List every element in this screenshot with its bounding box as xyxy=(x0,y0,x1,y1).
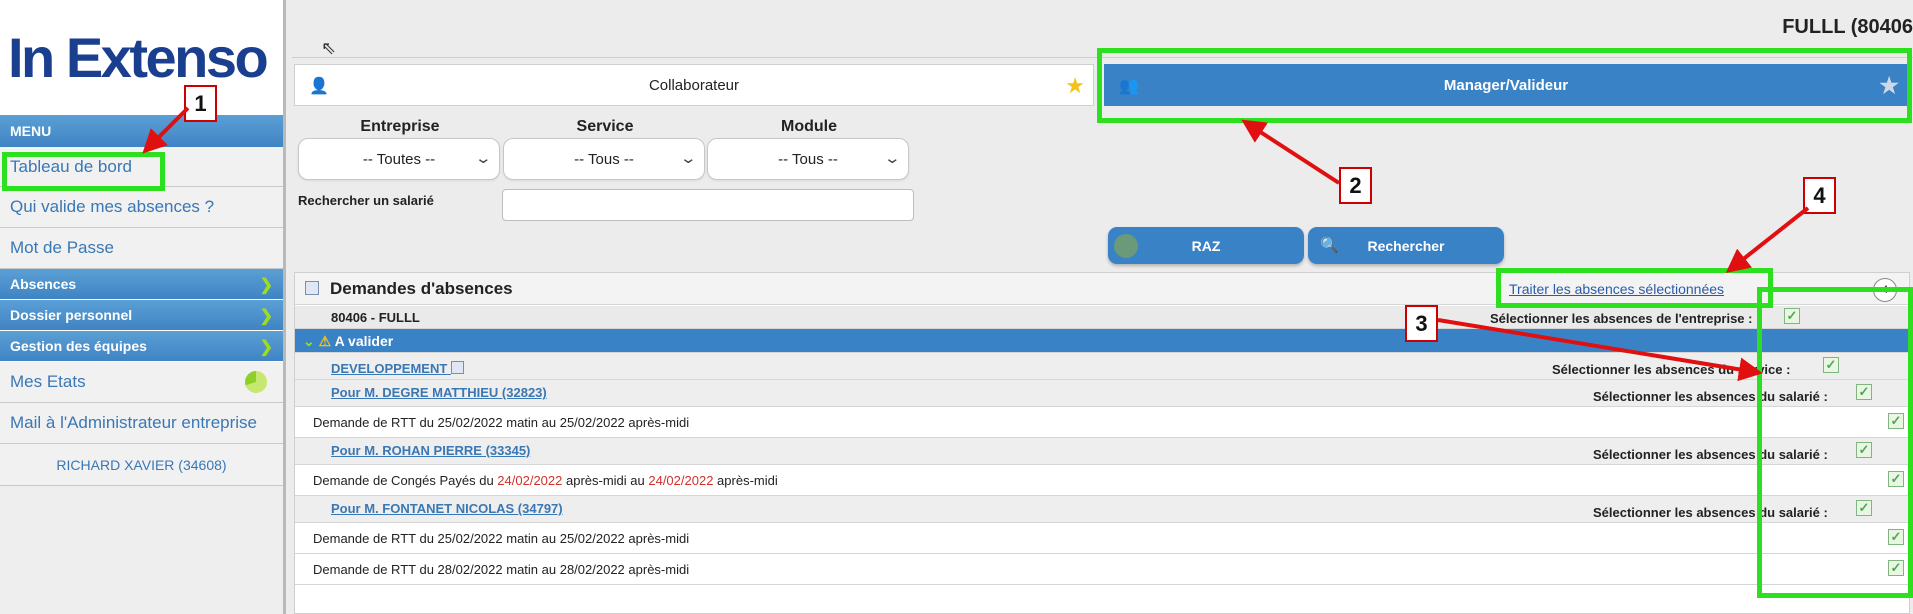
service-select[interactable]: -- Tous -- ⌄ xyxy=(503,138,705,180)
sidebar-item-mail-admin[interactable]: Mail à l'Administrateur entreprise xyxy=(0,403,283,444)
absences-panel: Demandes d'absences Traiter les absences… xyxy=(294,272,1910,614)
a-valider-title: ⌄ ⚠ A valider xyxy=(303,333,393,350)
request-row: Demande de RTT du 25/02/2022 matin au 25… xyxy=(295,523,1909,554)
panel-title: Demandes d'absences xyxy=(330,279,513,298)
employee-row: Pour M. ROHAN PIERRE (33345) Sélectionne… xyxy=(295,438,1909,465)
logo: In Extenso xyxy=(0,0,283,115)
chevron-down-icon: ⌄ xyxy=(679,150,698,167)
star-icon[interactable]: ★ xyxy=(1065,73,1085,99)
sidebar-item-label: Mes Etats xyxy=(10,372,86,391)
calendar-icon xyxy=(305,281,319,295)
sidebar-item-mes-etats[interactable]: Mes Etats xyxy=(0,362,283,403)
chevron-right-icon: ❯ xyxy=(259,308,273,325)
annotation-number-4: 4 xyxy=(1803,177,1836,214)
employee-link[interactable]: Pour M. ROHAN PIERRE (33345) xyxy=(331,443,530,458)
entreprise-select[interactable]: -- Toutes -- ⌄ xyxy=(298,138,500,180)
highlight-box-3 xyxy=(1757,287,1913,598)
sidebar-section-dossier[interactable]: Dossier personnel ❯ xyxy=(0,300,283,331)
request-text: Demande de RTT du 28/02/2022 matin au 28… xyxy=(313,562,690,577)
search-input[interactable] xyxy=(502,189,914,221)
chevron-right-icon: ❯ xyxy=(259,339,273,356)
select-entreprise-label: Sélectionner les absences de l'entrepris… xyxy=(1490,311,1753,326)
select-value: -- Tous -- xyxy=(574,150,634,168)
entreprise-label: Entreprise xyxy=(360,118,440,135)
request-row: Demande de RTT du 28/02/2022 matin au 28… xyxy=(295,554,1909,585)
annotation-number-2: 2 xyxy=(1339,167,1372,204)
annotation-arrow-4 xyxy=(1725,206,1810,273)
raz-button[interactable]: RAZ xyxy=(1108,227,1304,264)
tab-collaborateur[interactable]: 👤 Collaborateur ★ xyxy=(294,64,1094,106)
sidebar-section-label: Dossier personnel xyxy=(10,307,133,323)
a-valider-label: A valider xyxy=(334,333,394,349)
search-button[interactable]: 🔍 Rechercher xyxy=(1308,227,1504,264)
chevron-down-icon: ⌄ xyxy=(303,333,315,349)
request-text: Demande de RTT du 25/02/2022 matin au 25… xyxy=(313,531,690,546)
request-text: Demande de RTT du 25/02/2022 matin au 25… xyxy=(313,415,690,430)
module-select[interactable]: -- Tous -- ⌄ xyxy=(707,138,909,180)
employee-link[interactable]: Pour M. DEGRE MATTHIEU (32823) xyxy=(331,385,547,400)
highlight-box-2 xyxy=(1097,48,1912,123)
service-link[interactable]: DEVELOPPEMENT xyxy=(331,361,464,376)
highlight-box-4 xyxy=(1496,268,1773,308)
service-label: Service xyxy=(576,118,634,135)
request-row: Demande de RTT du 25/02/2022 matin au 25… xyxy=(295,407,1909,438)
a-valider-row[interactable]: ⌄ ⚠ A valider xyxy=(295,329,1909,353)
employee-row: Pour M. DEGRE MATTHIEU (32823) Sélection… xyxy=(295,380,1909,407)
mouse-cursor-icon: ⇖ xyxy=(321,38,337,58)
employee-row: Pour M. FONTANET NICOLAS (34797) Sélecti… xyxy=(295,496,1909,523)
pie-chart-icon xyxy=(245,371,267,393)
menu-header: MENU xyxy=(0,115,283,147)
employee-link[interactable]: Pour M. FONTANET NICOLAS (34797) xyxy=(331,501,563,516)
chevron-down-icon: ⌄ xyxy=(883,150,902,167)
company-title: FULLL (80406 xyxy=(1782,16,1913,38)
button-label: Rechercher xyxy=(1367,237,1445,254)
user-icon: 👤 xyxy=(309,78,329,95)
logo-text: In Extenso xyxy=(8,26,269,89)
sidebar-user[interactable]: RICHARD XAVIER (34608) xyxy=(0,444,283,486)
sidebar-section-label: Gestion des équipes xyxy=(10,338,147,354)
module-label: Module xyxy=(781,118,837,135)
entreprise-code: 80406 - FULLL xyxy=(331,310,420,325)
select-service-label: Sélectionner les absences du service : xyxy=(1552,362,1791,377)
sidebar-section-equipes[interactable]: Gestion des équipes ❯ xyxy=(0,331,283,362)
sidebar-section-label: Absences xyxy=(10,276,77,292)
sidebar-item-mot-de-passe[interactable]: Mot de Passe xyxy=(0,228,283,269)
annotation-number-1: 1 xyxy=(184,85,217,122)
annotation-number-3: 3 xyxy=(1405,305,1438,342)
reset-icon xyxy=(1114,234,1138,258)
service-row: DEVELOPPEMENT Sélectionner les absences … xyxy=(295,353,1909,380)
select-value: -- Toutes -- xyxy=(362,150,436,168)
annotation-arrow-2 xyxy=(1241,119,1341,185)
calendar-icon xyxy=(450,361,464,374)
sidebar-section-absences[interactable]: Absences ❯ xyxy=(0,269,283,300)
search-label: Rechercher un salarié xyxy=(298,193,434,208)
tab-label: Collaborateur xyxy=(648,76,740,94)
button-label: RAZ xyxy=(1191,237,1221,254)
sidebar-item-qui-valide[interactable]: Qui valide mes absences ? xyxy=(0,187,283,228)
service-name: DEVELOPPEMENT xyxy=(331,361,448,376)
chevron-down-icon: ⌄ xyxy=(474,150,493,167)
warning-icon: ⚠ xyxy=(318,333,332,349)
select-value: -- Tous -- xyxy=(778,150,838,168)
highlight-box-1 xyxy=(2,152,165,191)
entreprise-row: 80406 - FULLL Sélectionner les absences … xyxy=(295,306,1909,329)
chevron-right-icon: ❯ xyxy=(259,277,273,294)
search-icon: 🔍 xyxy=(1320,237,1339,254)
request-text: Demande de Congés Payés du 24/02/2022 ap… xyxy=(313,473,778,488)
sidebar: In Extenso MENU Tableau de bord Qui vali… xyxy=(0,0,286,614)
request-row: Demande de Congés Payés du 24/02/2022 ap… xyxy=(295,465,1909,496)
